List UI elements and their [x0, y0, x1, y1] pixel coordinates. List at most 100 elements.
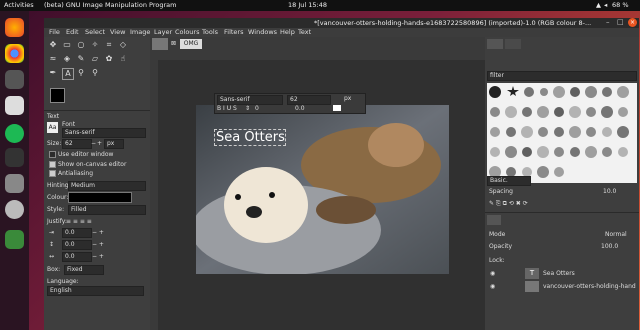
size-field[interactable]: 62	[62, 139, 92, 149]
layers-tab-icon[interactable]	[487, 215, 501, 225]
trash-icon[interactable]	[5, 230, 24, 249]
tab-omg[interactable]: OMG	[180, 39, 202, 49]
layer-name[interactable]: vancouver-otters-holding-hand	[543, 283, 636, 290]
menu-help[interactable]: Help	[280, 28, 295, 36]
menu-text[interactable]: Text	[298, 28, 311, 36]
style-select[interactable]: Filled	[68, 205, 146, 215]
letter-spacing-stepper[interactable]: − +	[92, 253, 104, 260]
terminal-icon[interactable]	[5, 70, 24, 89]
menu-windows[interactable]: Windows	[248, 28, 277, 36]
brush-actions-icons[interactable]: ✎ ⎘ ⧉ ⟲ ✖ ⟳	[489, 200, 528, 208]
show-onscreen-checkbox[interactable]	[49, 161, 56, 168]
line-spacing-field[interactable]: 0.0	[62, 240, 92, 250]
brush-preset-field[interactable]: Basic.	[487, 176, 531, 186]
activities-button[interactable]: Activities	[4, 1, 34, 9]
maximize-icon[interactable]: □	[617, 18, 624, 26]
line-spacing-stepper[interactable]: − +	[92, 241, 104, 248]
use-editor-checkbox[interactable]	[49, 151, 56, 158]
size-unit-select[interactable]: px	[104, 139, 124, 149]
bucket-fill-icon[interactable]: ◈	[62, 54, 72, 64]
menu-colours[interactable]: Colours	[175, 28, 199, 36]
image-tab-thumbnail[interactable]	[152, 38, 168, 50]
fuzzy-select-icon[interactable]: ✧	[90, 40, 100, 50]
paintbrush-icon[interactable]: ✎	[76, 54, 86, 64]
zoom-icon[interactable]: ⚲	[90, 68, 100, 78]
otb-style-buttons[interactable]: B I U S	[217, 105, 237, 112]
menu-filters[interactable]: Filters	[224, 28, 243, 36]
size-increase-icon[interactable]: +	[97, 140, 102, 147]
size-decrease-icon[interactable]: −	[91, 140, 96, 147]
spacing-value[interactable]: 10.0	[603, 188, 616, 195]
minimize-icon[interactable]: –	[606, 18, 610, 26]
color-picker-icon[interactable]: ⚲	[76, 68, 86, 78]
opacity-value[interactable]: 100.0	[601, 243, 618, 250]
visibility-eye-icon[interactable]: ◉	[490, 270, 495, 277]
menu-view[interactable]: View	[110, 28, 125, 36]
move-tool-icon[interactable]: ✥	[48, 40, 58, 50]
horizontal-ruler[interactable]	[150, 52, 485, 60]
layer-row[interactable]: ◉ vancouver-otters-holding-hand	[487, 281, 637, 293]
battery-indicator[interactable]: 68 %	[612, 1, 629, 9]
gimp-icon[interactable]	[5, 174, 24, 193]
clone-icon[interactable]: ✿	[104, 54, 114, 64]
justify-buttons[interactable]: ≡ ≡ ≡ ≡	[66, 218, 92, 225]
menu-layer[interactable]: Layer	[154, 28, 172, 36]
crop-icon[interactable]: ⌗	[104, 40, 114, 50]
menu-tools[interactable]: Tools	[202, 28, 218, 36]
network-icon[interactable]: ▲	[596, 1, 601, 9]
active-app-label[interactable]: (beta) GNU Image Manipulation Program	[44, 1, 176, 9]
tab-close-icon[interactable]: ⊠	[171, 40, 176, 47]
otb-unit-select[interactable]: px	[344, 95, 351, 102]
mode-select[interactable]: Normal	[605, 231, 627, 238]
menu-file[interactable]: File	[49, 28, 60, 36]
settings-icon[interactable]	[5, 200, 24, 219]
visibility-eye-icon[interactable]: ◉	[490, 283, 495, 290]
paths-icon[interactable]: ✒	[48, 68, 58, 78]
patterns-tab-icon[interactable]	[505, 39, 521, 49]
text-tool-icon[interactable]: A	[62, 68, 74, 80]
antialias-checkbox[interactable]	[49, 170, 56, 177]
otb-kerning-value[interactable]: 0.0	[295, 105, 305, 112]
files-icon[interactable]	[5, 96, 24, 115]
brush-grid[interactable]	[487, 83, 637, 183]
font-preview-icon[interactable]: Aa	[47, 122, 58, 133]
layer-row[interactable]: ◉ T Sea Otters	[487, 268, 637, 280]
canvas-text[interactable]: Sea Otters	[216, 130, 285, 145]
close-icon[interactable]: ×	[628, 18, 637, 27]
font-field[interactable]: Sans-serif	[62, 128, 146, 138]
text-colour-button[interactable]	[68, 192, 132, 203]
lasso-icon[interactable]: ○	[76, 40, 86, 50]
brushes-tab-icon[interactable]	[487, 39, 503, 49]
unified-transform-icon[interactable]: ◇	[118, 40, 128, 50]
rect-select-icon[interactable]: ▭	[62, 40, 72, 50]
warp-icon[interactable]: ≈	[48, 54, 58, 64]
menu-select[interactable]: Select	[85, 28, 105, 36]
spotify-icon[interactable]	[5, 124, 24, 143]
box-select[interactable]: Fixed	[64, 265, 104, 275]
hardware-icon[interactable]	[5, 148, 24, 167]
letter-spacing-field[interactable]: 0.0	[62, 252, 92, 262]
title-bar[interactable]: *[vancouver-otters-holding-hands-e168372…	[44, 18, 639, 28]
otb-baseline-value[interactable]: 0	[255, 105, 259, 112]
otb-font-field[interactable]: Sans-serif	[217, 95, 283, 105]
menu-edit[interactable]: Edit	[66, 28, 79, 36]
smudge-icon[interactable]: ☝	[118, 54, 128, 64]
chrome-dev-icon[interactable]	[5, 44, 24, 63]
language-field[interactable]: English	[47, 286, 144, 296]
hinting-select[interactable]: Medium	[68, 181, 146, 191]
firefox-icon[interactable]	[5, 18, 24, 37]
eraser-icon[interactable]: ▱	[90, 54, 100, 64]
text-box-frame[interactable]: Sea Otters	[214, 129, 286, 146]
brush-filter-input[interactable]: filter	[487, 71, 637, 81]
antialias-label: Antialiasing	[58, 170, 94, 177]
vertical-ruler[interactable]	[150, 60, 158, 330]
menu-image[interactable]: Image	[130, 28, 150, 36]
indent-field[interactable]: 0.0	[62, 228, 92, 238]
otb-colour-button[interactable]	[333, 105, 341, 111]
indent-stepper[interactable]: − +	[92, 229, 104, 236]
clock[interactable]: 18 Jul 15:48	[288, 1, 327, 9]
layer-name[interactable]: Sea Otters	[543, 270, 575, 277]
foreground-colour-swatch[interactable]	[50, 88, 65, 103]
volume-icon[interactable]: ◂	[604, 1, 607, 9]
otb-size-field[interactable]: 62	[287, 95, 331, 105]
